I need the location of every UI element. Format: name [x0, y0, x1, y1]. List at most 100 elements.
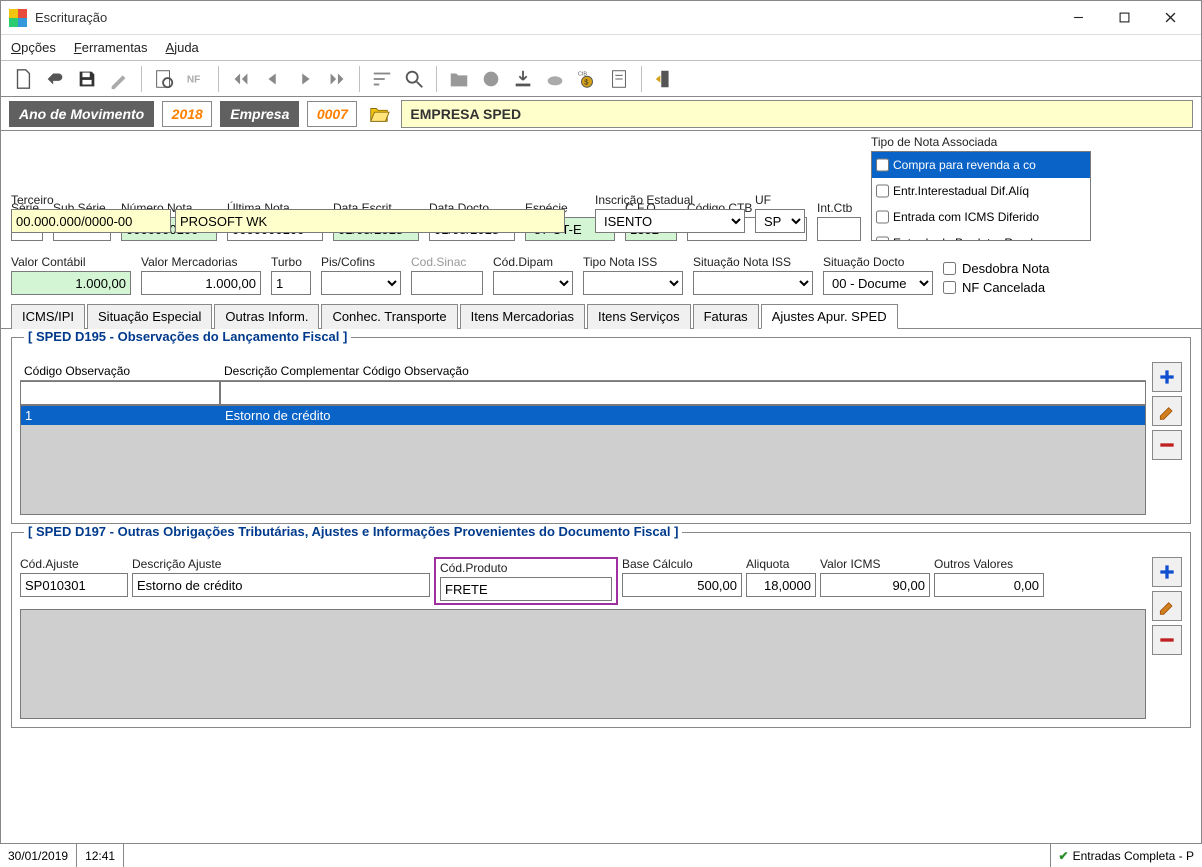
inscest-label: Inscrição Estadual	[595, 193, 745, 207]
prev-icon[interactable]	[259, 65, 287, 93]
form-row-2: Terceiro Inscrição Estadual ISENTO UF SP	[1, 189, 931, 237]
uf-label: UF	[755, 193, 805, 207]
menu-ajuda[interactable]: Ajuda	[166, 40, 199, 55]
svg-text:$: $	[584, 77, 588, 86]
tab-itensmerc[interactable]: Itens Mercadorias	[460, 304, 585, 329]
sitnotaiss-select[interactable]	[693, 271, 813, 295]
toolbar-separator	[218, 66, 219, 92]
empresa-name: EMPRESA SPED	[401, 100, 1193, 128]
d197-codajuste-input[interactable]	[20, 573, 128, 597]
desdobra-checkbox[interactable]: Desdobra Nota	[943, 261, 1049, 276]
tiponota-item-3[interactable]: Entrada de Produtor Rural	[872, 230, 1090, 241]
search-icon[interactable]	[400, 65, 428, 93]
d197-descajuste-input[interactable]	[132, 573, 430, 597]
d197-aliquota-label: Aliquota	[746, 557, 816, 571]
menu-ferramentas[interactable]: Ferramentas	[74, 40, 148, 55]
group-d195: [ SPED D195 - Observações do Lançamento …	[11, 337, 1191, 524]
valcont-input[interactable]	[11, 271, 131, 295]
new-icon[interactable]	[9, 65, 37, 93]
report-icon[interactable]	[605, 65, 633, 93]
sort-icon[interactable]	[368, 65, 396, 93]
piscofins-select[interactable]	[321, 271, 401, 295]
nfcanc-checkbox[interactable]: NF Cancelada	[943, 280, 1049, 295]
config-icon[interactable]	[477, 65, 505, 93]
d197-edit-button[interactable]	[1152, 591, 1182, 621]
window-title: Escrituração	[35, 10, 1055, 25]
toolbar-separator	[641, 66, 642, 92]
app-icon	[9, 9, 27, 27]
minimize-button[interactable]	[1055, 2, 1101, 34]
d195-edit-button[interactable]	[1152, 396, 1182, 426]
tiponotaiss-select[interactable]	[583, 271, 683, 295]
toolbar-separator	[141, 66, 142, 92]
tab-outrasinfo[interactable]: Outras Inform.	[214, 304, 319, 329]
d195-descricao-input[interactable]	[220, 381, 1146, 405]
coddipam-select[interactable]	[493, 271, 573, 295]
ano-value[interactable]: 2018	[162, 101, 212, 127]
uf-select[interactable]: SP	[755, 209, 805, 233]
wizard-icon[interactable]	[105, 65, 133, 93]
d197-grid-body[interactable]	[20, 609, 1146, 719]
cib-icon[interactable]: CIB$	[573, 65, 601, 93]
toolbar-separator	[359, 66, 360, 92]
exit-icon[interactable]	[650, 65, 678, 93]
check-icon: ✔	[1059, 849, 1069, 863]
d195-codigo-input[interactable]	[20, 381, 220, 405]
terceiro-doc-input[interactable]	[11, 209, 171, 233]
tiponota-listbox[interactable]: Compra para revenda a co Entr.Interestad…	[871, 151, 1091, 241]
d195-row-0[interactable]: 1 Estorno de crédito	[21, 406, 1145, 425]
terceiro-nome-input[interactable]	[175, 209, 565, 233]
d197-valoricms-input[interactable]	[820, 573, 930, 597]
titlebar: Escrituração	[1, 1, 1201, 35]
d195-remove-button[interactable]	[1152, 430, 1182, 460]
d195-grid-body[interactable]: 1 Estorno de crédito	[20, 405, 1146, 515]
d195-col-codigo: Código Observação	[20, 362, 220, 381]
folder-toolbar-icon[interactable]	[445, 65, 473, 93]
turbo-label: Turbo	[271, 255, 311, 269]
d197-legend: [ SPED D197 - Outras Obrigações Tributár…	[24, 524, 682, 539]
inscest-select[interactable]: ISENTO	[595, 209, 745, 233]
next-icon[interactable]	[291, 65, 319, 93]
tab-faturas[interactable]: Faturas	[693, 304, 759, 329]
menu-opcoes[interactable]: Opções	[11, 40, 56, 55]
cloud-icon[interactable]	[541, 65, 569, 93]
tab-conhec[interactable]: Conhec. Transporte	[321, 304, 457, 329]
form-row-3: Valor Contábil Valor Mercadorias Turbo P…	[1, 243, 1201, 299]
status-mode: ✔ Entradas Completa - P	[1050, 844, 1202, 867]
folder-icon[interactable]	[365, 100, 393, 128]
first-icon[interactable]	[227, 65, 255, 93]
d197-aliquota-input[interactable]	[746, 573, 816, 597]
tiponota-item-1[interactable]: Entr.Interestadual Dif.Alíq	[872, 178, 1090, 204]
d195-add-button[interactable]	[1152, 362, 1182, 392]
tab-sitespecial[interactable]: Situação Especial	[87, 304, 212, 329]
d197-add-button[interactable]	[1152, 557, 1182, 587]
d197-remove-button[interactable]	[1152, 625, 1182, 655]
nf-icon[interactable]: NF	[182, 65, 210, 93]
intctb-input[interactable]	[817, 217, 861, 241]
download-icon[interactable]	[509, 65, 537, 93]
codsinac-label: Cod.Sinac	[411, 255, 483, 269]
close-button[interactable]	[1147, 2, 1193, 34]
d197-codproduto-input[interactable]	[440, 577, 612, 601]
valmerc-input[interactable]	[141, 271, 261, 295]
empresa-code[interactable]: 0007	[307, 101, 357, 127]
d197-outrosval-label: Outros Valores	[934, 557, 1044, 571]
last-icon[interactable]	[323, 65, 351, 93]
turbo-input[interactable]	[271, 271, 311, 295]
terceiro-label: Terceiro	[11, 193, 565, 207]
sitdocto-select[interactable]: 00 - Docume	[823, 271, 933, 295]
save-icon[interactable]	[73, 65, 101, 93]
tab-icms[interactable]: ICMS/IPI	[11, 304, 85, 329]
maximize-button[interactable]	[1101, 2, 1147, 34]
d197-basecalc-input[interactable]	[622, 573, 742, 597]
codsinac-input[interactable]	[411, 271, 483, 295]
undo-icon[interactable]	[41, 65, 69, 93]
tab-ajustessped[interactable]: Ajustes Apur. SPED	[761, 304, 898, 329]
preview-icon[interactable]	[150, 65, 178, 93]
statusbar: 30/01/2019 12:41 ✔ Entradas Completa - P	[0, 843, 1202, 867]
tab-itensserv[interactable]: Itens Serviços	[587, 304, 691, 329]
d197-outrosval-input[interactable]	[934, 573, 1044, 597]
coddipam-label: Cód.Dipam	[493, 255, 573, 269]
tiponota-item-0[interactable]: Compra para revenda a co	[872, 152, 1090, 178]
tiponota-item-2[interactable]: Entrada com ICMS Diferido	[872, 204, 1090, 230]
